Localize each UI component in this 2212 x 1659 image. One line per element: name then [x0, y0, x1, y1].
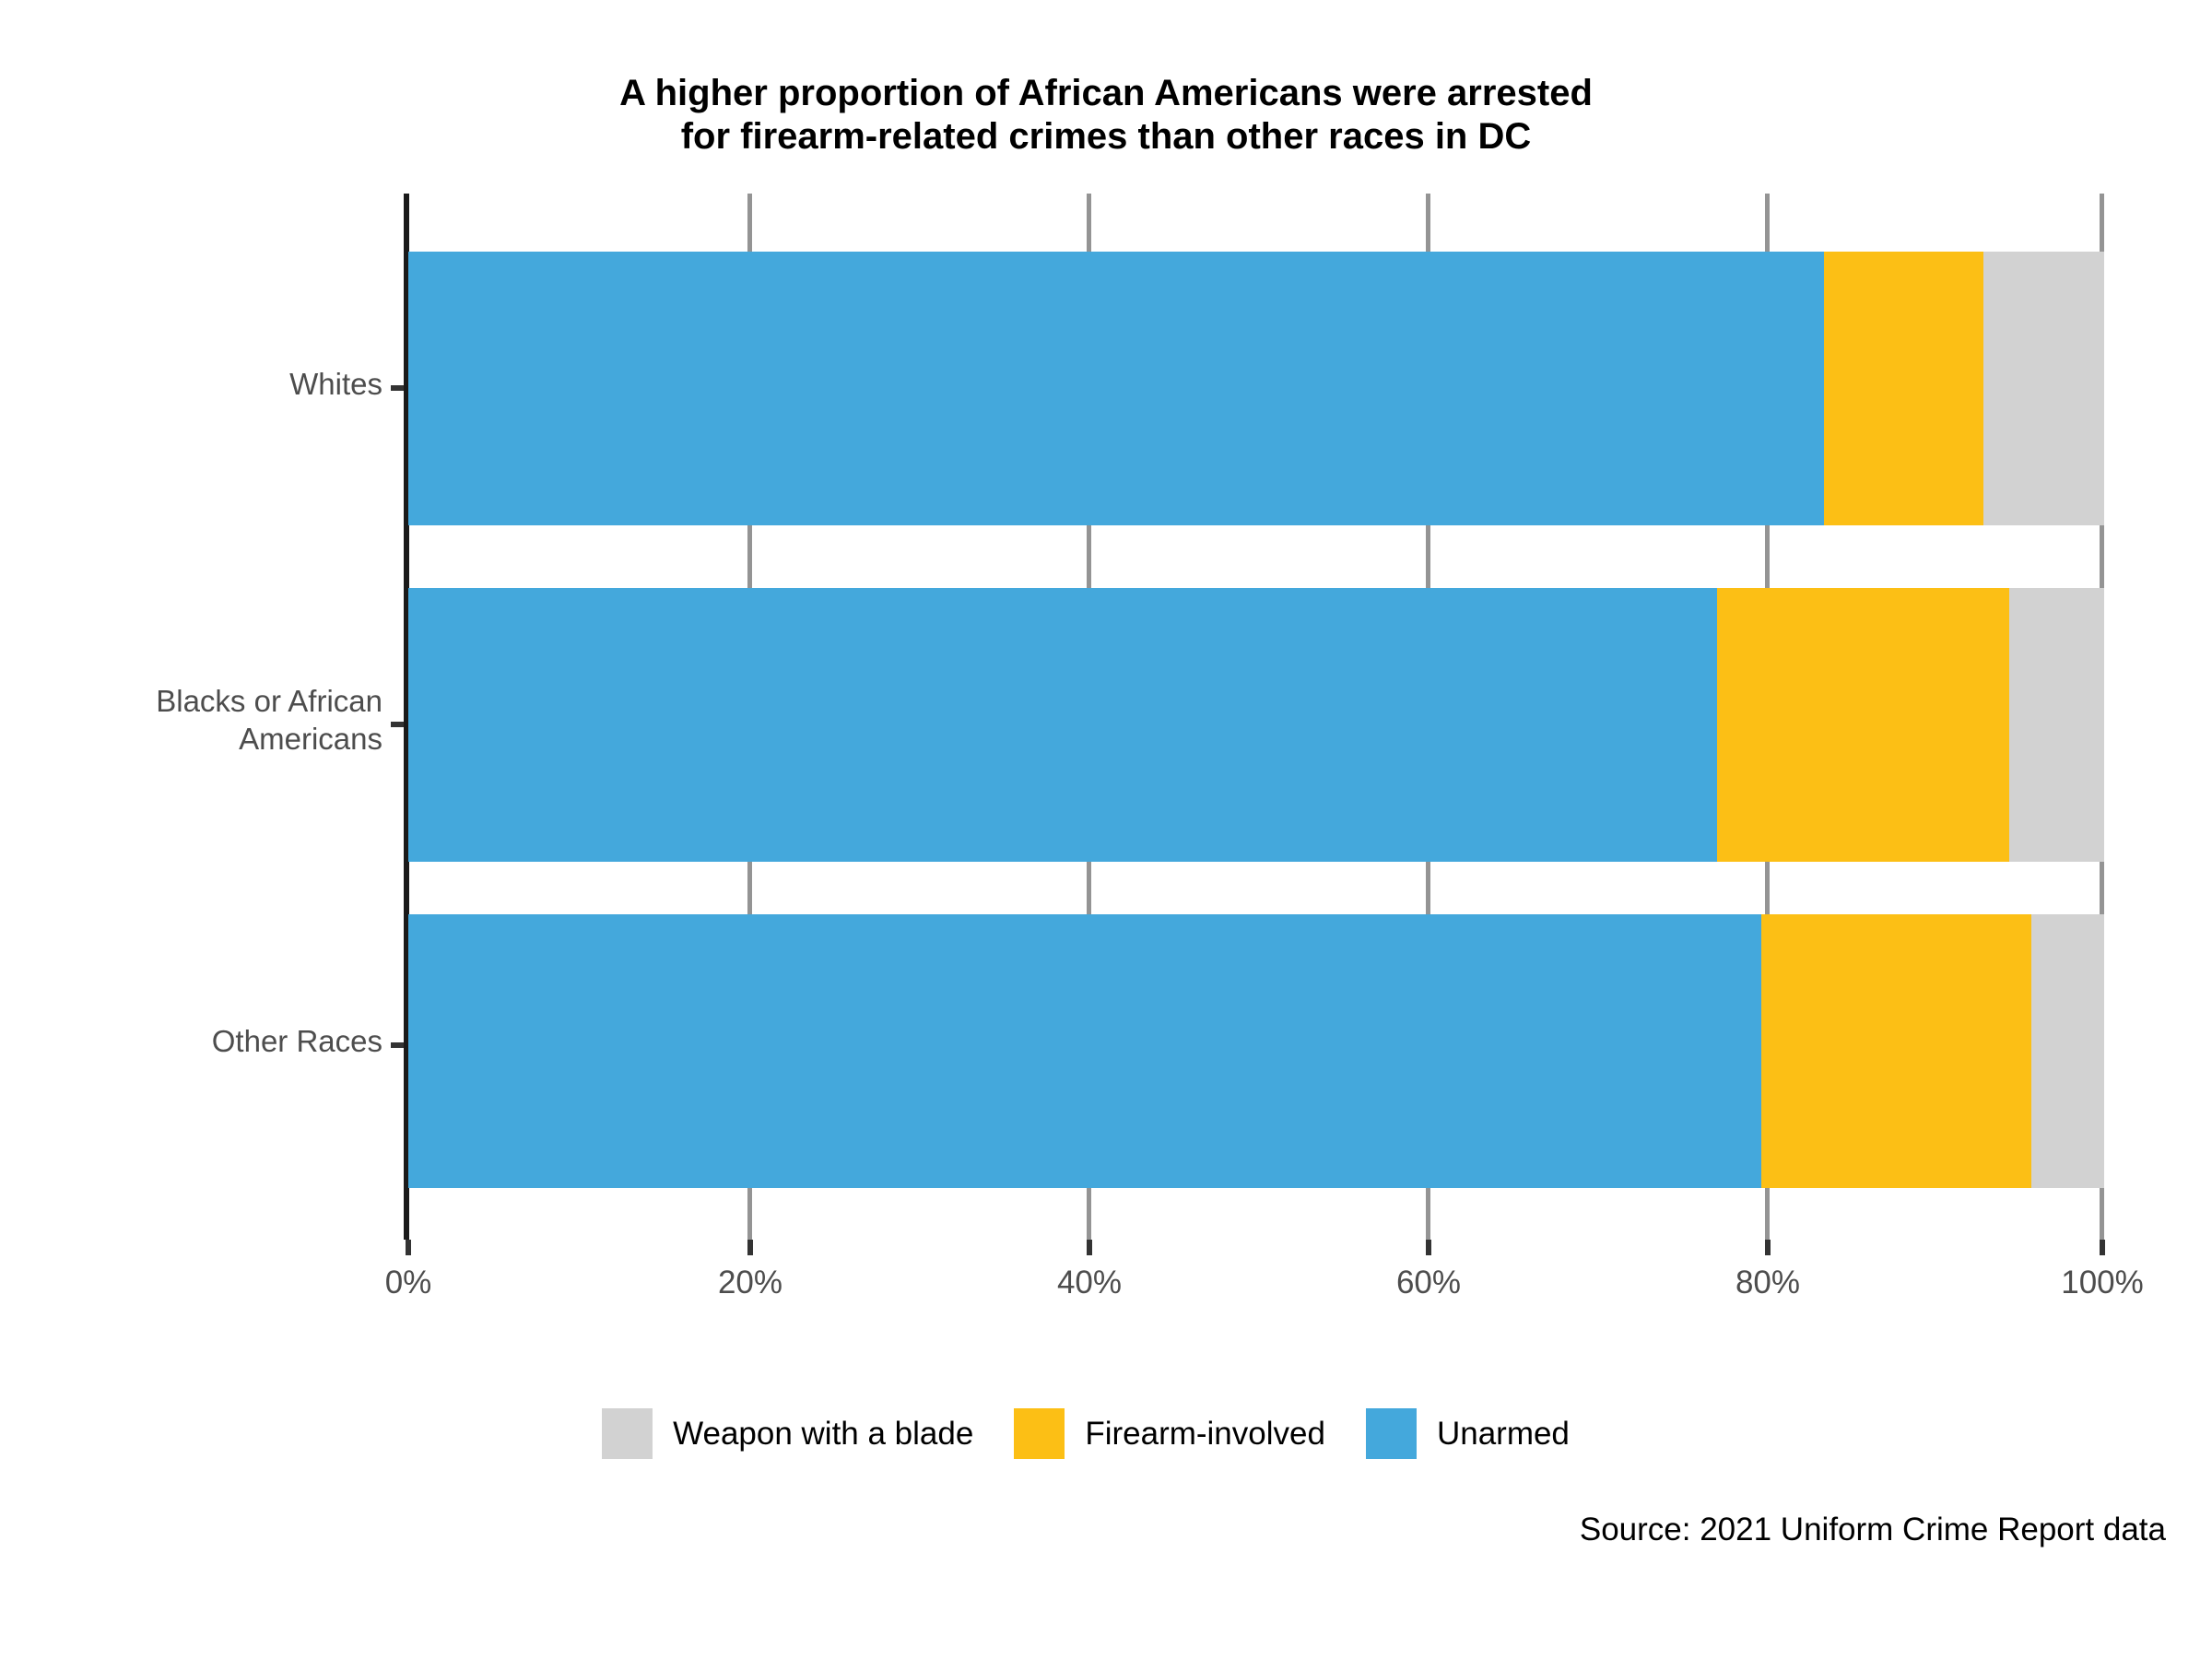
chart-legend: Weapon with a blade Firearm-involved Una…	[0, 1408, 2212, 1459]
x-tick-label-0: 0%	[384, 1265, 432, 1300]
legend-swatch-weapon-with-a-blade	[602, 1408, 653, 1459]
x-tick-label-80: 80%	[1735, 1265, 1801, 1300]
bar-segment-firearm-involved	[1761, 914, 2031, 1188]
legend-label-firearm-involved: Firearm-involved	[1085, 1415, 1325, 1452]
y-tick-label-blacks-or-african-americans: Blacks or African Americans	[156, 684, 382, 757]
plot-area	[408, 194, 2104, 1240]
bar-segment-unarmed	[408, 914, 1762, 1188]
y-tick-mark-whites	[391, 385, 404, 391]
x-tick-mark-100	[2100, 1240, 2105, 1255]
bar-segment-firearm-involved	[1824, 252, 1984, 525]
legend-label-weapon-with-a-blade: Weapon with a blade	[673, 1415, 974, 1452]
bar-segment-unarmed	[408, 588, 1718, 862]
y-tick-label-whites: Whites	[289, 367, 382, 401]
x-tick-label-60: 60%	[1395, 1265, 1462, 1300]
y-tick-mark-blacks-or-african-americans	[391, 722, 404, 727]
x-tick-label-20: 20%	[717, 1265, 783, 1300]
legend-label-unarmed: Unarmed	[1436, 1415, 1570, 1452]
x-tick-mark-0	[406, 1240, 411, 1255]
bar-row	[408, 588, 2104, 862]
legend-swatch-unarmed	[1365, 1408, 1417, 1459]
bar-segment-weapon-with-a-blade	[2030, 914, 2104, 1188]
source-note: Source: 2021 Uniform Crime Report data	[1579, 1512, 2166, 1547]
x-tick-label-40: 40%	[1056, 1265, 1123, 1300]
legend-item-weapon-with-a-blade[interactable]: Weapon with a blade	[602, 1408, 1014, 1459]
bar-segment-unarmed	[408, 252, 1825, 525]
bar-row	[408, 252, 2104, 525]
y-tick-mark-other-races	[391, 1042, 404, 1048]
chart-title: A higher proportion of African Americans…	[619, 73, 1593, 158]
x-tick-mark-80	[1765, 1240, 1771, 1255]
x-tick-label-100: 100%	[2061, 1265, 2144, 1300]
y-tick-label-other-races: Other Races	[211, 1024, 382, 1058]
legend-item-unarmed[interactable]: Unarmed	[1365, 1408, 1610, 1459]
x-tick-mark-60	[1426, 1240, 1431, 1255]
bar-segment-firearm-involved	[1717, 588, 2009, 862]
bar-segment-weapon-with-a-blade	[1983, 252, 2104, 525]
legend-swatch-firearm-involved	[1014, 1408, 1065, 1459]
bar-segment-weapon-with-a-blade	[2008, 588, 2104, 862]
x-tick-mark-40	[1087, 1240, 1092, 1255]
bar-row	[408, 914, 2104, 1188]
x-tick-mark-20	[747, 1240, 753, 1255]
legend-item-firearm-involved[interactable]: Firearm-involved	[1014, 1408, 1366, 1459]
